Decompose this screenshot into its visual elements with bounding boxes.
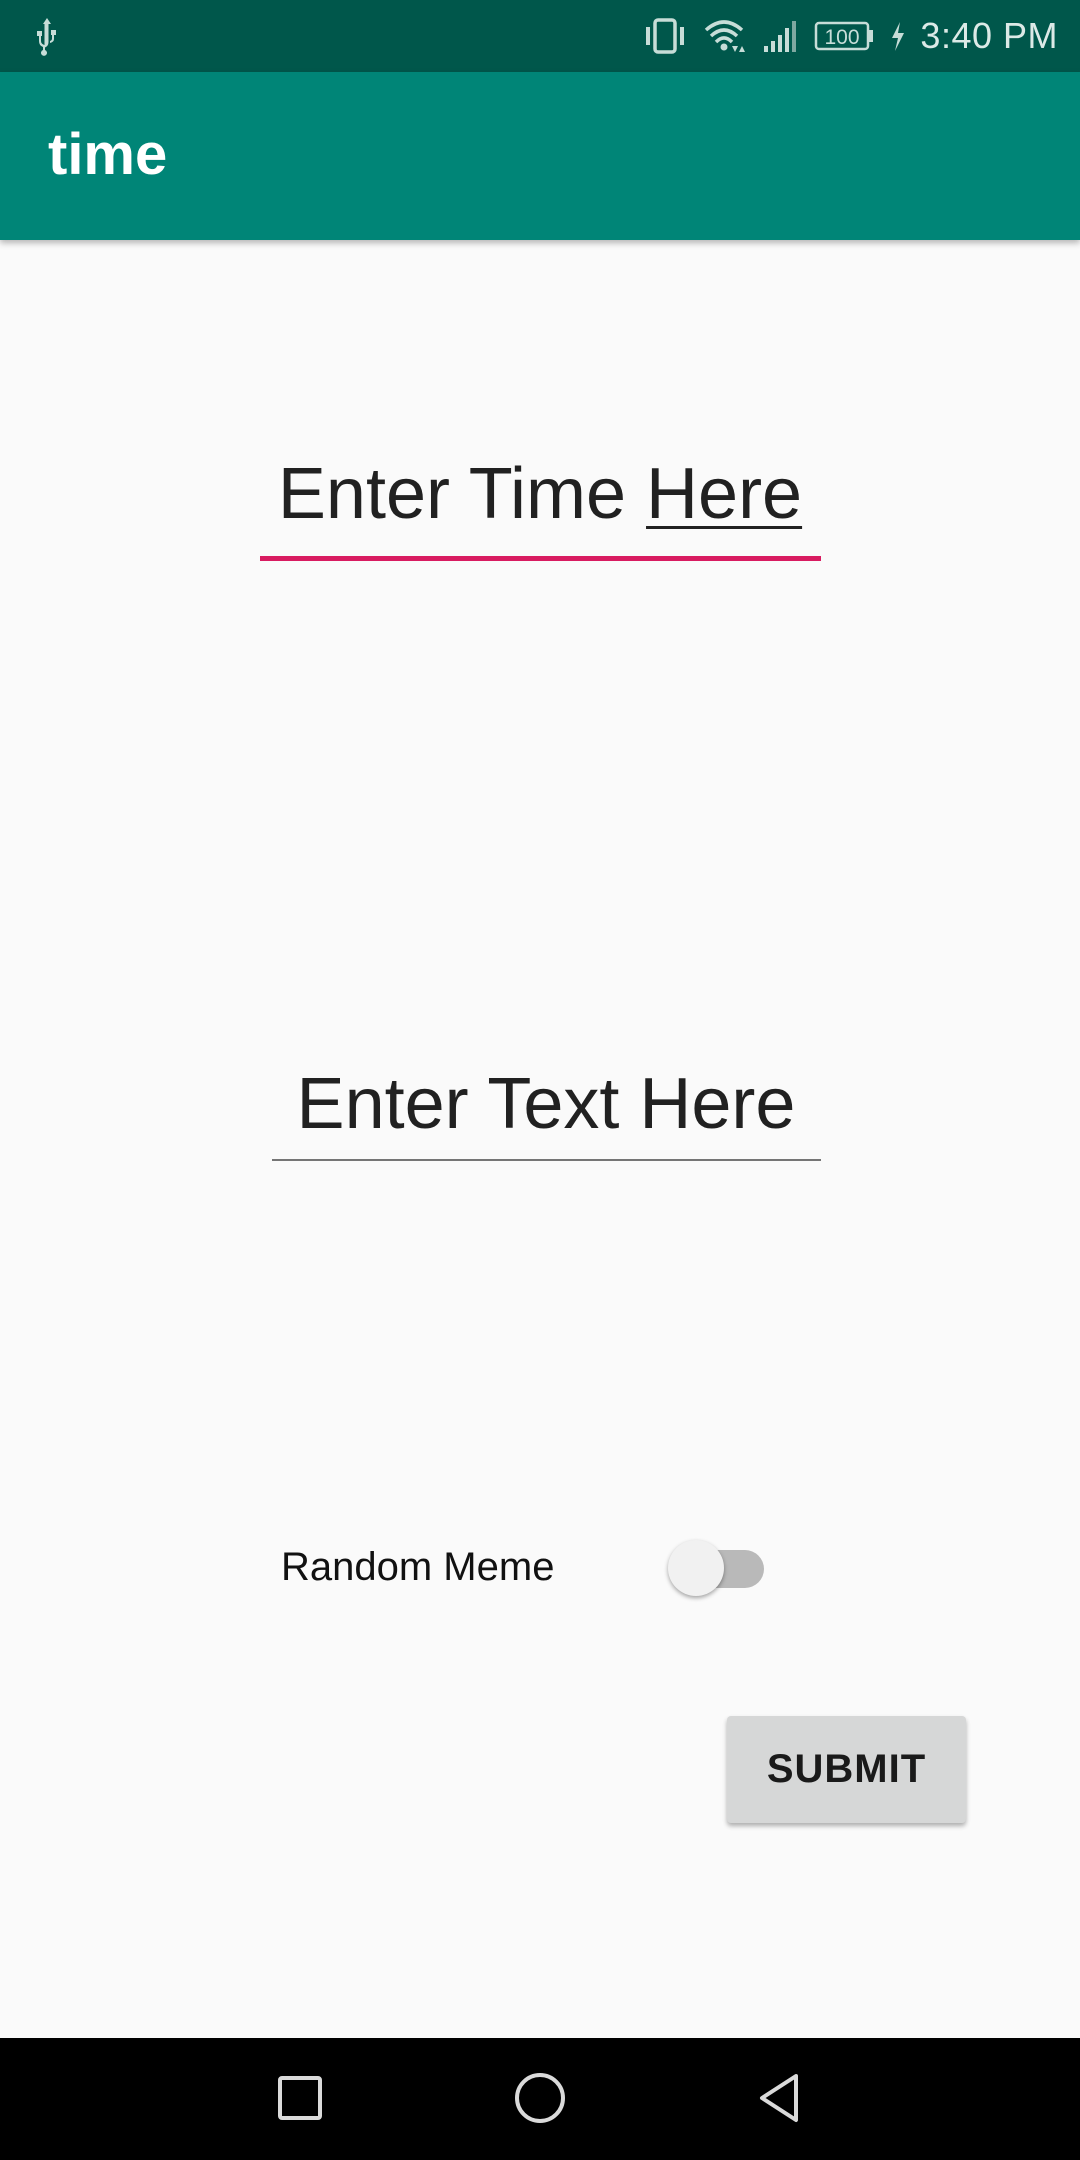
time-input-text: Enter Time — [277, 454, 647, 534]
status-bar: 100 3:40 PM — [0, 0, 1080, 72]
home-button[interactable] — [500, 2058, 580, 2138]
time-input[interactable]: Enter Time Here — [260, 458, 820, 530]
signal-icon — [764, 21, 797, 52]
switch-thumb — [668, 1540, 724, 1596]
usb-icon — [37, 18, 56, 56]
status-time: 3:40 PM — [920, 15, 1058, 56]
text-input[interactable]: Enter Text Here — [272, 1068, 820, 1140]
random-meme-label: Random Meme — [281, 1545, 555, 1589]
charging-icon — [892, 22, 905, 51]
time-input-text-underlined: Here — [646, 454, 803, 534]
back-icon — [760, 2074, 798, 2122]
navigation-bar — [0, 2038, 1080, 2160]
wifi-icon — [705, 20, 746, 52]
text-input-underline — [272, 1159, 821, 1161]
back-button[interactable] — [740, 2058, 820, 2138]
battery-icon: 100 — [815, 21, 874, 51]
time-input-underline — [260, 556, 821, 561]
recents-icon — [278, 2076, 322, 2120]
battery-level-text: 100 — [825, 26, 860, 49]
home-icon — [515, 2073, 565, 2123]
recents-button[interactable] — [260, 2058, 340, 2138]
random-meme-switch[interactable] — [668, 1536, 768, 1600]
vibrate-icon — [646, 18, 685, 54]
app-bar: time — [0, 72, 1080, 240]
submit-button[interactable]: SUBMIT — [727, 1716, 966, 1823]
app-title: time — [48, 122, 168, 187]
